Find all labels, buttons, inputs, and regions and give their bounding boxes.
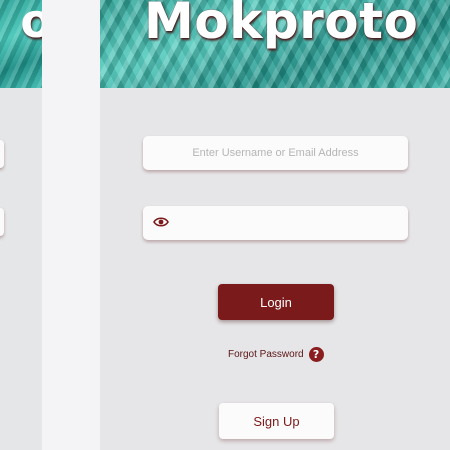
previous-screen-panel: o (0, 0, 42, 450)
eye-icon[interactable] (153, 216, 169, 228)
password-field[interactable] (143, 206, 408, 240)
previous-screen-title-fragment: o (20, 0, 42, 48)
question-circle-icon[interactable]: ? (308, 346, 324, 362)
previous-screen-password-field (0, 208, 4, 236)
previous-screen-banner: o (0, 0, 42, 88)
previous-screen-username-field (0, 140, 4, 168)
app-title: Mokproto (144, 0, 419, 50)
username-field[interactable] (143, 136, 408, 170)
username-input[interactable] (143, 136, 408, 170)
screen-gap (42, 0, 100, 450)
forgot-password-link[interactable]: Forgot Password (228, 349, 304, 360)
login-screen: Mokproto Login Forgot Password ? Sign Up (100, 0, 450, 450)
password-input[interactable] (143, 206, 408, 240)
login-button[interactable]: Login (218, 284, 334, 320)
forgot-password-row: Forgot Password ? (228, 345, 324, 363)
header-banner: Mokproto (100, 0, 450, 88)
signup-button[interactable]: Sign Up (219, 403, 334, 439)
